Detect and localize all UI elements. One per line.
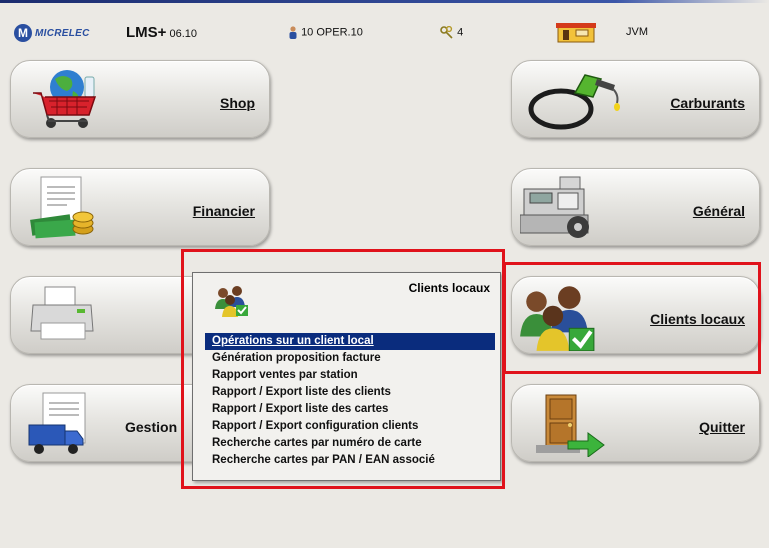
shop-button[interactable]: Shop <box>10 60 270 138</box>
operator-name: OPER.10 <box>316 26 363 39</box>
station-name: JVM <box>626 26 648 38</box>
submenu-highlight-box <box>181 249 505 489</box>
brand-name: MICRELEC <box>35 27 90 39</box>
shop-label: Shop <box>220 95 255 111</box>
money-documents-icon <box>30 176 94 239</box>
brand-logo: M MICRELEC <box>14 24 90 42</box>
truck-document-icon <box>28 392 86 454</box>
app-title: LMS+ 06.10 <box>126 24 197 41</box>
clients-locaux-highlight-box <box>503 262 761 374</box>
keys-count: 4 <box>457 26 464 39</box>
carburants-label: Carburants <box>670 95 745 111</box>
quitter-label: Quitter <box>699 419 745 435</box>
printer-icon <box>30 286 94 340</box>
shopping-cart-globe-icon <box>33 70 97 128</box>
operator-count: 10 <box>301 26 314 39</box>
exit-door-icon <box>536 394 605 457</box>
keys-icon <box>440 26 453 39</box>
operator-person-icon <box>289 26 297 39</box>
status-header: M MICRELEC LMS+ 06.10 10 OPER.10 4 JVM <box>0 4 769 56</box>
quitter-button[interactable]: Quitter <box>511 384 760 462</box>
app-version: 06.10 <box>169 28 198 40</box>
operator-info: 10 OPER.10 <box>288 26 363 39</box>
app-name: LMS+ <box>126 24 167 41</box>
general-label: Général <box>692 203 745 219</box>
general-button[interactable]: Général <box>511 168 760 246</box>
brand-mark-icon: M <box>14 24 32 42</box>
gestion-label: Gestion <box>125 419 178 435</box>
fuel-nozzle-icon <box>528 74 620 130</box>
carburants-button[interactable]: Carburants <box>511 60 760 138</box>
gas-station-icon <box>556 23 596 43</box>
cash-register-icon <box>520 176 589 238</box>
financier-button[interactable]: Financier <box>10 168 270 246</box>
keys-info: 4 <box>440 26 463 39</box>
top-accent-line <box>0 0 769 3</box>
financier-label: Financier <box>192 203 255 219</box>
